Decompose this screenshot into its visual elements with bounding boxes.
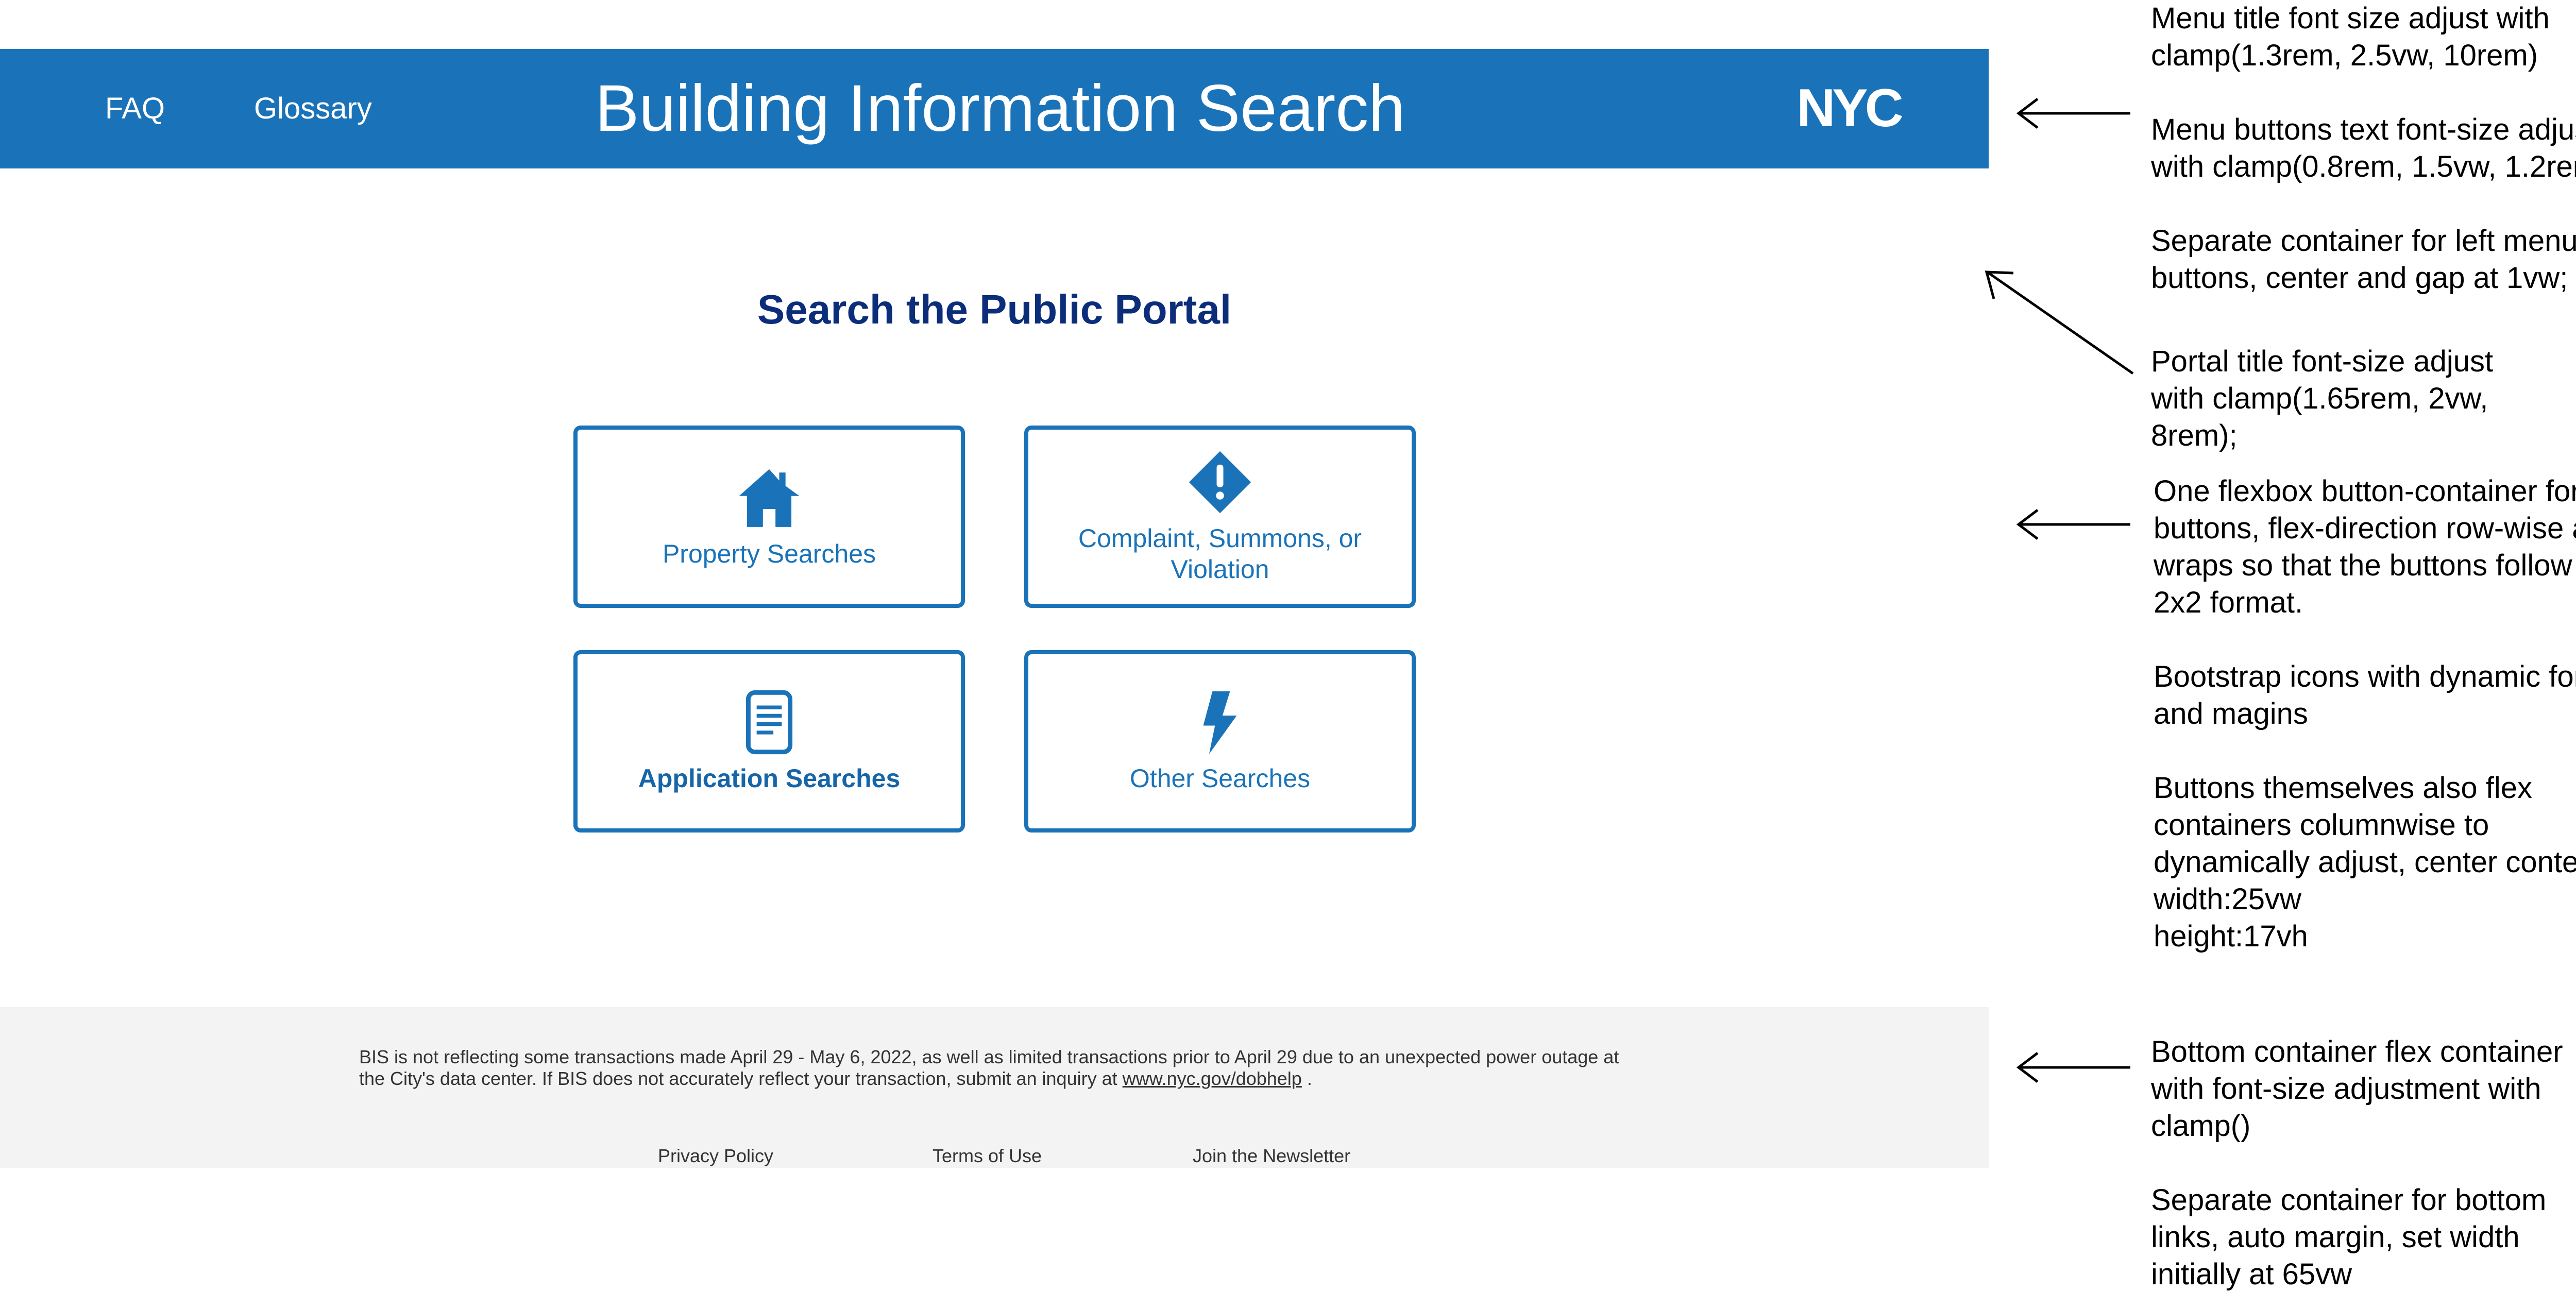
portal-title-text: Search the Public Portal xyxy=(757,286,1232,332)
nyc-logo-text: NYC xyxy=(1797,85,1902,132)
tile-label: Other Searches xyxy=(1129,764,1311,793)
dobhelp-link[interactable]: www.nyc.gov/dobhelp xyxy=(1123,1068,1302,1089)
privacy-policy-link[interactable]: Privacy Policy xyxy=(658,1145,773,1167)
footer-notice-end: . xyxy=(1307,1068,1312,1089)
other-searches-button[interactable]: Other Searches xyxy=(1024,650,1416,833)
annotation-footer: Bottom container flex container with fon… xyxy=(2151,1035,2563,1291)
footer-notice: BIS is not reflecting some transactions … xyxy=(359,1046,1647,1090)
nyc-logo[interactable]: NYC xyxy=(1779,85,1918,132)
application-searches-button[interactable]: Application Searches xyxy=(573,650,965,833)
nav-glossary-link[interactable]: Glossary xyxy=(254,49,372,168)
footer-notice-text: BIS is not reflecting some transactions … xyxy=(359,1046,1619,1089)
exclamation-diamond-icon xyxy=(1189,451,1251,514)
arrow-to-footer xyxy=(2016,1052,2130,1083)
annotation-portal-title: Portal title font-size adjust with clamp… xyxy=(2151,345,2494,452)
property-searches-button[interactable]: Property Searches xyxy=(573,426,965,608)
tile-label: Application Searches xyxy=(638,764,901,793)
portal-title: Search the Public Portal xyxy=(0,286,1989,333)
annotation-buttons: One flexbox button-container for the but… xyxy=(2154,474,2576,953)
nav-faq-link[interactable]: FAQ xyxy=(105,49,165,168)
footer: BIS is not reflecting some transactions … xyxy=(0,1007,1989,1168)
join-newsletter-link[interactable]: Join the Newsletter xyxy=(1193,1145,1350,1167)
tile-label: Complaint, Summons, or Violation xyxy=(1078,524,1362,584)
site-title: Building Information Search xyxy=(595,72,1405,145)
arrow-to-buttons xyxy=(2016,509,2130,540)
complaint-summons-violation-button[interactable]: Complaint, Summons, or Violation xyxy=(1024,426,1416,608)
tile-label: Property Searches xyxy=(662,539,876,568)
page-mockup: FAQ Glossary Building Information Search… xyxy=(0,0,1989,1308)
house-icon xyxy=(739,469,800,527)
document-icon xyxy=(745,690,793,755)
arrow-to-header xyxy=(2016,98,2130,129)
canvas: FAQ Glossary Building Information Search… xyxy=(0,0,2576,1308)
arrow-to-header-menu xyxy=(1985,270,2134,375)
terms-of-use-link[interactable]: Terms of Use xyxy=(933,1145,1042,1167)
header-bar: FAQ Glossary Building Information Search… xyxy=(0,49,1989,168)
lightning-icon xyxy=(1203,691,1237,754)
annotation-header: Menu title font size adjust with clamp(1… xyxy=(2151,2,2576,295)
